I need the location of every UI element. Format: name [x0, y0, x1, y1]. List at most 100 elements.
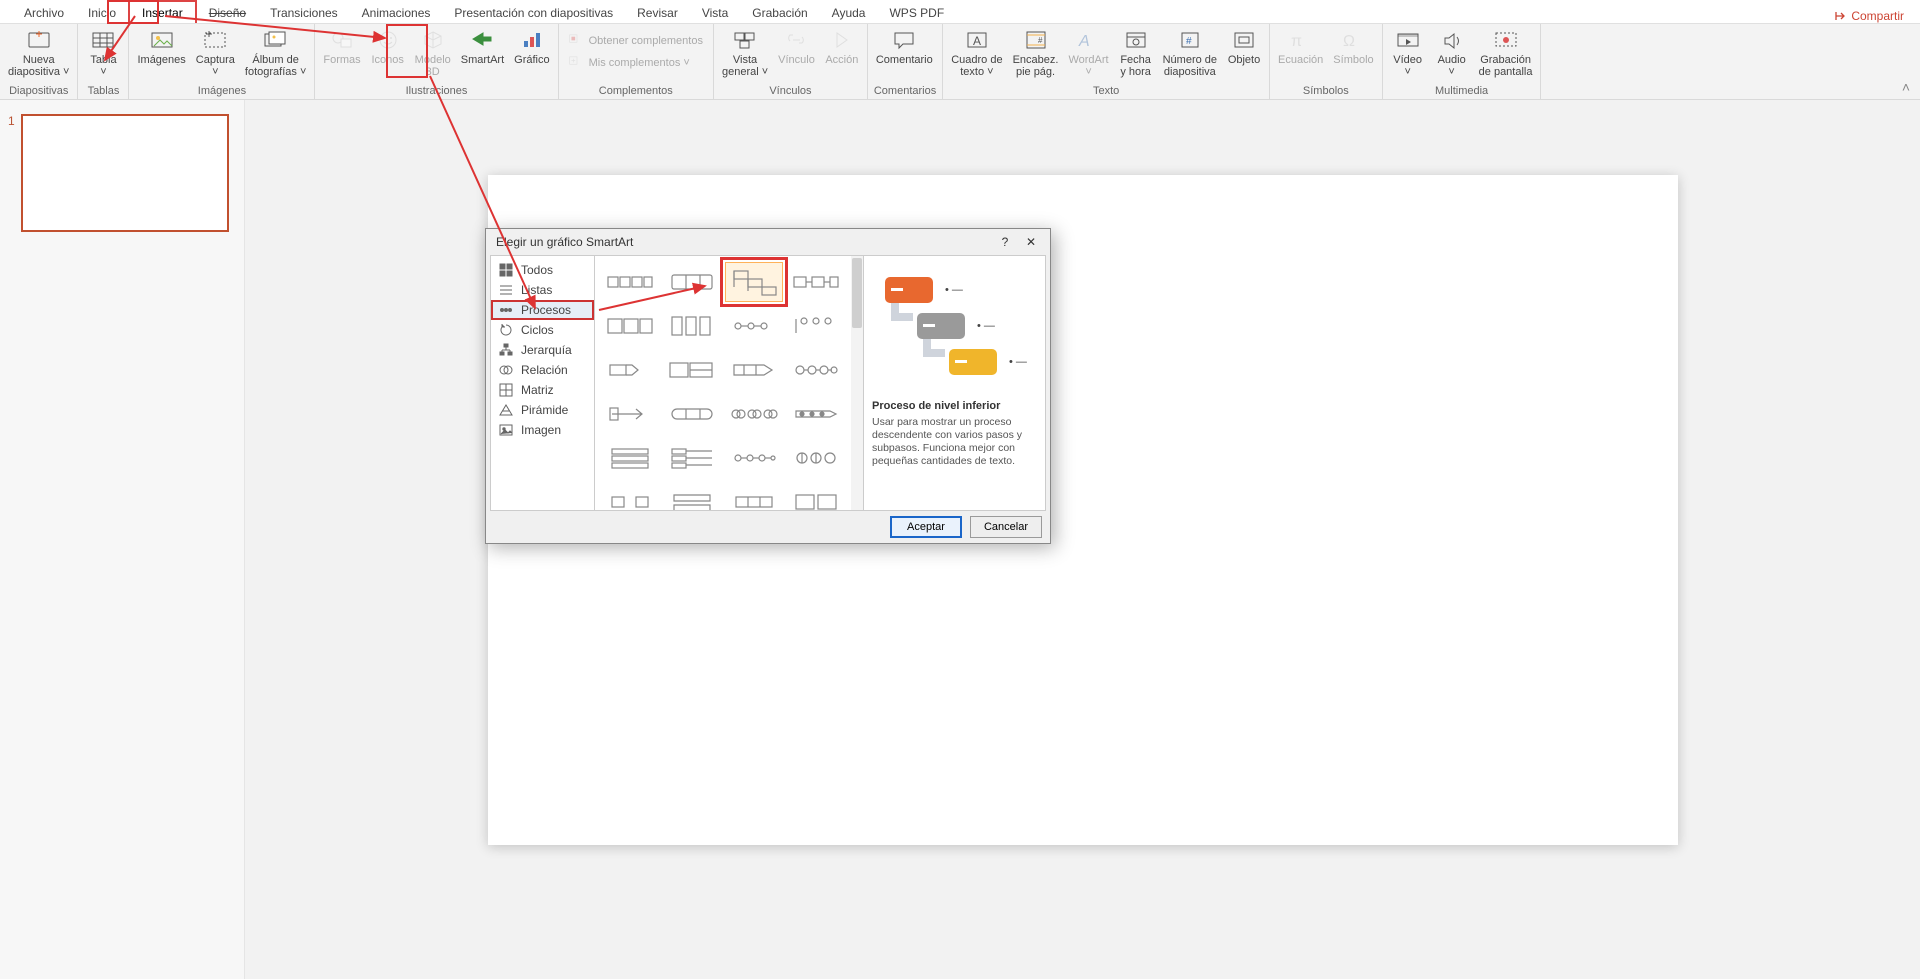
smartart-option-17[interactable] [601, 438, 659, 478]
tab-ayuda[interactable]: Ayuda [820, 2, 878, 23]
smartart-option-24[interactable] [787, 482, 845, 510]
smartart-option-18[interactable] [663, 438, 721, 478]
smartart-option-23[interactable] [725, 482, 783, 510]
capture-button[interactable]: Captura˅ [194, 26, 237, 78]
smartart-option-11[interactable] [725, 350, 783, 390]
tab-insertar[interactable]: Insertar [128, 0, 197, 23]
tab-grabacion[interactable]: Grabación [740, 2, 819, 23]
preview-description: Usar para mostrar un proceso descendente… [872, 416, 1037, 469]
group-diapositivas: Nuevadiapositiva ˅ Diapositivas [0, 24, 78, 99]
smartart-option-2[interactable] [663, 262, 721, 302]
category-icon [499, 263, 513, 277]
group-label: Ilustraciones [321, 83, 551, 99]
category-pirámide[interactable]: Pirámide [491, 400, 594, 420]
equation-button: πEcuación [1276, 26, 1325, 66]
category-matriz[interactable]: Matriz [491, 380, 594, 400]
tab-archivo[interactable]: Archivo [12, 2, 76, 23]
help-button[interactable]: ? [992, 235, 1018, 249]
category-todos[interactable]: Todos [491, 260, 594, 280]
tab-inicio[interactable]: Inicio [76, 2, 128, 23]
collapse-ribbon-icon[interactable]: ˄ [1902, 79, 1910, 95]
tab-diseno[interactable]: Diseño [197, 2, 258, 23]
category-relación[interactable]: Relación [491, 360, 594, 380]
dialog-titlebar[interactable]: Elegir un gráfico SmartArt ? ✕ [486, 229, 1050, 255]
thumbnail-1[interactable]: 1 [0, 114, 244, 232]
slide-thumbnails-panel: 1 [0, 100, 245, 979]
ok-button[interactable]: Aceptar [890, 516, 962, 538]
menu-bar: Archivo Inicio Insertar Diseño Transicio… [0, 0, 1920, 24]
group-label: Comentarios [874, 83, 936, 99]
album-button[interactable]: Álbum defotografías ˅ [243, 26, 308, 78]
images-button[interactable]: Imágenes [135, 26, 187, 66]
chart-button[interactable]: Gráfico [512, 26, 551, 66]
tab-vista[interactable]: Vista [690, 2, 740, 23]
category-icon [499, 323, 513, 337]
tab-transiciones[interactable]: Transiciones [258, 2, 350, 23]
smartart-option-7[interactable] [725, 306, 783, 346]
cancel-button[interactable]: Cancelar [970, 516, 1042, 538]
video-label: Vídeo˅ [1393, 54, 1422, 78]
zoom-button[interactable]: Vistageneral ˅ [720, 26, 770, 78]
chart-label: Gráfico [514, 54, 549, 66]
smartart-option-5[interactable] [601, 306, 659, 346]
thumbnail-number: 1 [8, 114, 15, 232]
tab-animaciones[interactable]: Animaciones [350, 2, 443, 23]
object-button[interactable]: Objeto [1225, 26, 1263, 66]
smartart-option-4[interactable] [787, 262, 845, 302]
video-icon [1394, 28, 1422, 52]
smartart-button[interactable]: SmartArt [459, 26, 506, 66]
icons-icon [374, 28, 402, 52]
gallery-scrollbar[interactable] [851, 256, 863, 510]
link-label: Vínculo [778, 54, 815, 66]
equation-icon: π [1287, 28, 1315, 52]
smartart-option-6[interactable] [663, 306, 721, 346]
screenrec-button[interactable]: Grabaciónde pantalla [1477, 26, 1535, 78]
category-icon [499, 383, 513, 397]
slidenum-button[interactable]: #Número dediapositiva [1161, 26, 1219, 78]
new-slide-button[interactable]: Nuevadiapositiva ˅ [6, 26, 71, 78]
textbox-label: Cuadro detexto ˅ [951, 54, 1002, 78]
share-label: Compartir [1851, 9, 1904, 23]
comment-button[interactable]: Comentario [874, 26, 935, 66]
table-button[interactable]: Tabla˅ [84, 26, 122, 78]
share-icon [1833, 9, 1847, 23]
tab-revisar[interactable]: Revisar [625, 2, 690, 23]
category-procesos[interactable]: Procesos [491, 300, 594, 320]
capture-label: Captura˅ [196, 54, 235, 78]
smartart-option-19[interactable] [725, 438, 783, 478]
action-icon [828, 28, 856, 52]
group-ilustraciones: FormasIconosModelo3DSmartArtGráficoIlust… [315, 24, 558, 99]
smartart-option-13[interactable] [601, 394, 659, 434]
share-button[interactable]: Compartir [1833, 9, 1904, 23]
smartart-option-15[interactable] [725, 394, 783, 434]
close-button[interactable]: ✕ [1018, 235, 1044, 249]
textbox-button[interactable]: ACuadro detexto ˅ [949, 26, 1004, 78]
smartart-option-14[interactable] [663, 394, 721, 434]
svg-text:• —: • — [1009, 356, 1027, 368]
category-imagen[interactable]: Imagen [491, 420, 594, 440]
video-button[interactable]: Vídeo˅ [1389, 26, 1427, 78]
smartart-option-16[interactable] [787, 394, 845, 434]
smartart-option-20[interactable] [787, 438, 845, 478]
smartart-option-21[interactable] [601, 482, 659, 510]
smartart-option-1[interactable] [601, 262, 659, 302]
smartart-option-8[interactable] [787, 306, 845, 346]
header-button[interactable]: #Encabez.pie pág. [1011, 26, 1061, 78]
tab-wpspdf[interactable]: WPS PDF [877, 2, 956, 23]
smartart-option-12[interactable] [787, 350, 845, 390]
smartart-option-9[interactable] [601, 350, 659, 390]
slidenum-icon: # [1176, 28, 1204, 52]
smartart-option-22[interactable] [663, 482, 721, 510]
zoom-icon [731, 28, 759, 52]
tab-presentacion[interactable]: Presentación con diapositivas [442, 2, 625, 23]
smartart-option-3[interactable] [725, 262, 783, 302]
category-jerarquía[interactable]: Jerarquía [491, 340, 594, 360]
smartart-option-10[interactable] [663, 350, 721, 390]
audio-button[interactable]: Audio˅ [1433, 26, 1471, 78]
category-listas[interactable]: Listas [491, 280, 594, 300]
group-label: Multimedia [1389, 83, 1535, 99]
group-label: Diapositivas [6, 83, 71, 99]
album-icon [262, 28, 290, 52]
datetime-button[interactable]: Fechay hora [1117, 26, 1155, 78]
category-ciclos[interactable]: Ciclos [491, 320, 594, 340]
